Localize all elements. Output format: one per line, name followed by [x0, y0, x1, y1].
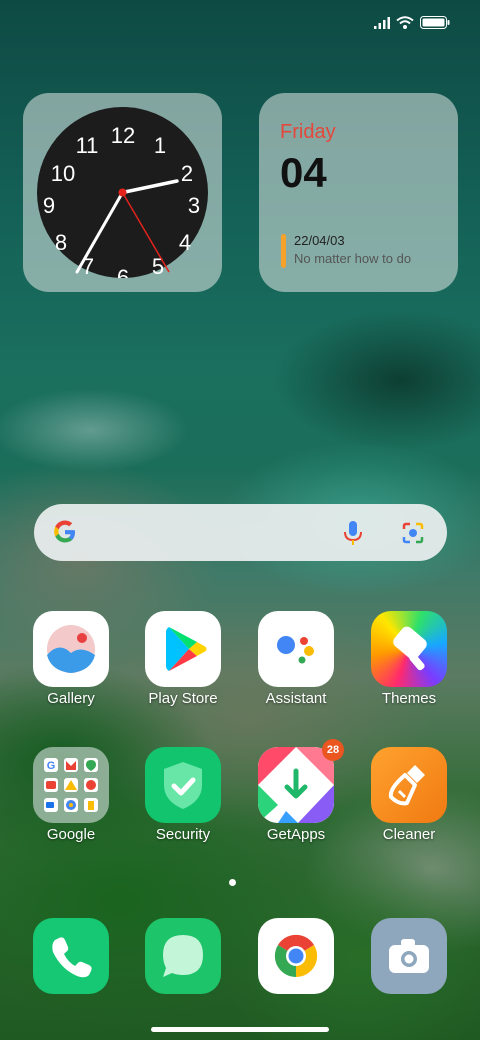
app-google-folder[interactable]: G Google [15, 747, 127, 843]
signal-icon [374, 16, 390, 29]
status-bar [374, 16, 450, 29]
messages-icon [145, 918, 221, 994]
clock-numeral: 10 [51, 161, 75, 186]
assistant-icon [258, 611, 334, 687]
mic-icon[interactable] [342, 519, 364, 547]
clock-numeral: 5 [152, 254, 164, 278]
clock-numeral: 3 [188, 193, 200, 218]
event-note: No matter how to do [294, 251, 412, 266]
dock-phone[interactable] [15, 918, 127, 994]
google-folder-icon: G [33, 747, 109, 823]
app-cleaner[interactable]: Cleaner [353, 747, 465, 843]
app-getapps[interactable]: 28 GetApps [240, 739, 352, 843]
clock-numeral: 11 [76, 133, 99, 158]
google-icon [54, 520, 75, 543]
security-icon [145, 747, 221, 823]
day-label: Friday [280, 121, 336, 143]
clock-numeral: 12 [111, 123, 135, 148]
dock-camera[interactable] [353, 918, 465, 994]
clock-widget[interactable]: 12 1 2 3 4 5 6 7 8 9 10 11 [23, 93, 222, 292]
svg-text:G: G [47, 760, 56, 772]
phone-icon [33, 918, 109, 994]
dock-chrome[interactable] [240, 918, 352, 994]
camera-icon [371, 918, 447, 994]
app-label: Assistant [265, 690, 327, 707]
notification-badge: 28 [322, 739, 344, 761]
date-number: 04 [280, 149, 327, 196]
chrome-icon [258, 918, 334, 994]
event-date: 22/04/03 [294, 233, 345, 248]
app-security[interactable]: Security [127, 747, 239, 843]
event-marker [281, 234, 286, 268]
themes-icon [371, 611, 447, 687]
clock-numeral: 4 [179, 230, 191, 255]
clock-numeral: 8 [55, 230, 67, 255]
home-indicator[interactable] [151, 1027, 329, 1032]
analog-clock: 12 1 2 3 4 5 6 7 8 9 10 11 [37, 107, 208, 278]
app-label: Google [46, 826, 96, 843]
gallery-icon [33, 611, 109, 687]
clock-numeral: 6 [117, 265, 129, 278]
lens-icon[interactable] [400, 520, 426, 546]
app-label: Themes [381, 690, 437, 707]
page-indicator [229, 879, 236, 886]
wifi-icon [396, 16, 414, 29]
app-label: Play Store [148, 690, 218, 707]
app-label: GetApps [266, 826, 326, 843]
dock-messages[interactable] [127, 918, 239, 994]
clock-numeral: 2 [181, 161, 193, 186]
app-assistant[interactable]: Assistant [240, 611, 352, 707]
clock-numeral: 1 [154, 133, 166, 158]
getapps-icon: 28 [258, 739, 344, 823]
battery-icon [420, 16, 450, 29]
app-gallery[interactable]: Gallery [15, 611, 127, 707]
clock-numeral: 9 [43, 193, 55, 218]
date-widget[interactable]: Friday 04 22/04/03 No matter how to do [259, 93, 458, 292]
app-label: Cleaner [382, 826, 436, 843]
app-label: Security [155, 826, 211, 843]
play-store-icon [145, 611, 221, 687]
google-search-bar[interactable] [34, 504, 447, 561]
cleaner-icon [371, 747, 447, 823]
app-play-store[interactable]: Play Store [127, 611, 239, 707]
app-themes[interactable]: Themes [353, 611, 465, 707]
app-label: Gallery [47, 690, 95, 707]
